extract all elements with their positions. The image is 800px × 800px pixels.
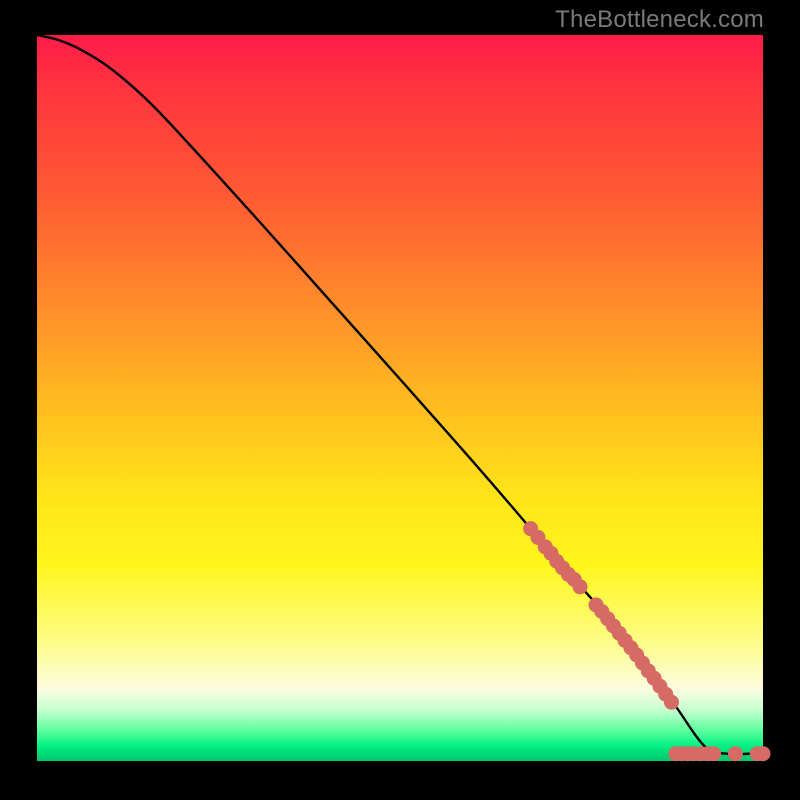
curve-marker — [664, 695, 679, 710]
watermark-text: TheBottleneck.com — [555, 6, 764, 34]
chart-svg — [37, 35, 763, 761]
chart-frame: TheBottleneck.com — [0, 0, 800, 800]
curve-markers — [523, 521, 770, 761]
curve-marker — [706, 746, 721, 761]
curve-marker — [728, 746, 743, 761]
curve-marker — [756, 746, 771, 761]
plot-area — [37, 35, 763, 761]
curve-marker — [573, 579, 588, 594]
bottleneck-curve-line — [37, 35, 763, 754]
